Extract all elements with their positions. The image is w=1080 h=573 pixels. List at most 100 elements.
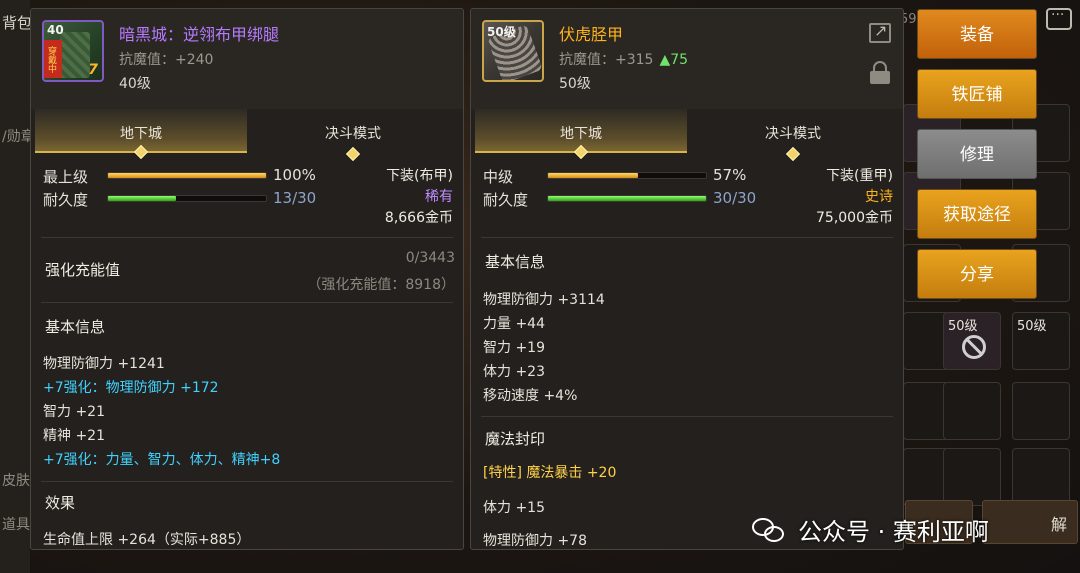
enhance-level: 7 <box>88 62 98 78</box>
leggings-icon <box>60 32 90 78</box>
grade-percent: 100% <box>273 166 316 184</box>
charge-sub: （强化充能值：8918） <box>307 277 455 293</box>
tab-label: 决斗模式 <box>765 126 821 142</box>
grade-label: 中级 <box>483 168 514 186</box>
rarity: 史诗 <box>865 189 893 205</box>
diamond-icon <box>133 144 149 160</box>
divider <box>481 416 893 417</box>
icon-level: 40 <box>47 23 64 37</box>
disassemble-label: 解 <box>1050 515 1067 534</box>
side-label-skin[interactable]: 皮肤 <box>2 470 30 490</box>
divider <box>481 237 893 238</box>
wechat-icon <box>752 516 788 544</box>
stat-line: 体力 +23 <box>483 364 545 380</box>
tab-label: 地下城 <box>120 126 162 142</box>
resist-value: +240 <box>175 52 214 68</box>
grade-bar-fill <box>548 173 639 178</box>
inventory-cell[interactable] <box>943 448 1001 506</box>
slot-type: 下装(重甲) <box>826 168 893 184</box>
watermark: 公众号 · 赛利亚啊 <box>798 518 989 546</box>
charge-value: 0/3443 <box>405 250 455 266</box>
effect-title: 效果 <box>45 494 76 512</box>
durability-bar <box>547 195 707 202</box>
inventory-cell[interactable] <box>1012 448 1070 506</box>
grade-bar <box>547 172 707 179</box>
equipped-ribbon: 穿戴中 <box>44 40 62 78</box>
disassemble-button[interactable]: 解 <box>982 500 1078 544</box>
obtain-source-button[interactable]: 获取途径 <box>917 189 1037 239</box>
item-header: 50级 伏虎胫甲 抗魔值：+315 ▲75 50级 <box>471 9 903 109</box>
lock-icon[interactable] <box>869 61 891 84</box>
repair-button[interactable]: 修理 <box>917 129 1037 179</box>
mode-tabs: 地下城 决斗模式 <box>475 109 899 162</box>
durability-value: 13/30 <box>273 189 317 207</box>
level-requirement: 50级 <box>559 76 591 92</box>
resist-label: 抗魔值： <box>119 52 175 68</box>
divider <box>41 302 453 303</box>
inventory-cell[interactable] <box>1012 382 1070 440</box>
stat-line: 精神 +21 <box>43 428 105 444</box>
item-icon-leggings[interactable]: 40 穿戴中 7 <box>42 20 104 82</box>
magic-resist: 抗魔值：+315 ▲75 <box>559 49 688 69</box>
cell-level: 50级 <box>1017 319 1047 334</box>
equipped-item-panel: 40 穿戴中 7 暗黑城：逆翎布甲绑腿 抗魔值：+240 40级 地下城 决斗模… <box>30 8 464 550</box>
grade-bar <box>107 172 267 179</box>
compare-item-panel: 50级 伏虎胫甲 抗魔值：+315 ▲75 50级 地下城 决斗模式 中级 57%… <box>470 8 904 550</box>
chat-icon[interactable] <box>1046 7 1072 30</box>
price: 75,000金币 <box>816 210 893 226</box>
resist-value: +315 <box>615 52 654 68</box>
price: 8,666金币 <box>384 210 453 226</box>
side-label-items[interactable]: 道具 <box>2 514 30 534</box>
tab-dungeon[interactable]: 地下城 <box>35 109 247 160</box>
stat-line: 智力 +19 <box>483 340 545 356</box>
divider <box>41 481 453 482</box>
grade-label: 最上级 <box>43 168 89 186</box>
tab-label: 地下城 <box>560 126 602 142</box>
seal-title: 魔法封印 <box>485 430 546 448</box>
tab-label: 决斗模式 <box>325 126 381 142</box>
basic-info-title: 基本信息 <box>45 318 106 336</box>
seal-stat-line: 体力 +15 <box>483 500 545 516</box>
grade-bar-fill <box>108 173 266 178</box>
basic-info-title: 基本信息 <box>485 253 546 271</box>
charge-title: 强化充能值 <box>45 261 121 279</box>
durability-bar-fill <box>108 196 177 201</box>
cell-level: 50级 <box>948 319 978 334</box>
share-button[interactable]: 分享 <box>917 249 1037 299</box>
tab-duel[interactable]: 决斗模式 <box>687 109 899 162</box>
tab-dungeon[interactable]: 地下城 <box>475 109 687 160</box>
tab-duel[interactable]: 决斗模式 <box>247 109 459 162</box>
stat-line: 力量 +44 <box>483 316 545 332</box>
seal-stat-line: 物理防御力 +78 <box>483 533 587 549</box>
stat-line: 物理防御力 +3114 <box>483 292 605 308</box>
icon-level: 50级 <box>487 25 516 39</box>
item-icon-greaves[interactable]: 50级 <box>482 20 544 82</box>
stat-line: +7强化：力量、智力、体力、精神+8 <box>43 452 281 468</box>
inventory-tab-label[interactable]: 背包 <box>2 12 32 33</box>
inventory-cell[interactable] <box>943 382 1001 440</box>
diamond-icon <box>785 146 801 162</box>
item-header: 40 穿戴中 7 暗黑城：逆翎布甲绑腿 抗魔值：+240 40级 <box>31 9 463 109</box>
durability-label: 耐久度 <box>483 191 529 209</box>
stat-line: 移动速度 +4% <box>483 388 578 404</box>
share-icon[interactable] <box>869 21 891 43</box>
durability-label: 耐久度 <box>43 191 89 209</box>
slot-type: 下装(布甲) <box>386 168 453 184</box>
inventory-cell[interactable]: 50级 <box>1012 312 1070 370</box>
durability-bar-fill <box>548 196 706 201</box>
magic-resist: 抗魔值：+240 <box>119 49 213 69</box>
equip-button[interactable]: 装备 <box>917 9 1037 59</box>
blacksmith-button[interactable]: 铁匠铺 <box>917 69 1037 119</box>
mode-tabs: 地下城 决斗模式 <box>35 109 459 162</box>
item-name: 暗黑城：逆翎布甲绑腿 <box>119 25 280 44</box>
ban-icon <box>962 335 986 359</box>
rarity: 稀有 <box>425 189 453 205</box>
resist-label: 抗魔值： <box>559 52 615 68</box>
grade-percent: 57% <box>713 166 747 184</box>
divider <box>41 237 453 238</box>
inventory-cell[interactable]: 50级 <box>943 312 1001 370</box>
durability-value: 30/30 <box>713 189 757 207</box>
item-name: 伏虎胫甲 <box>559 25 624 44</box>
level-requirement: 40级 <box>119 76 151 92</box>
effect-line: 生命值上限 +264（实际+885） <box>43 532 251 548</box>
